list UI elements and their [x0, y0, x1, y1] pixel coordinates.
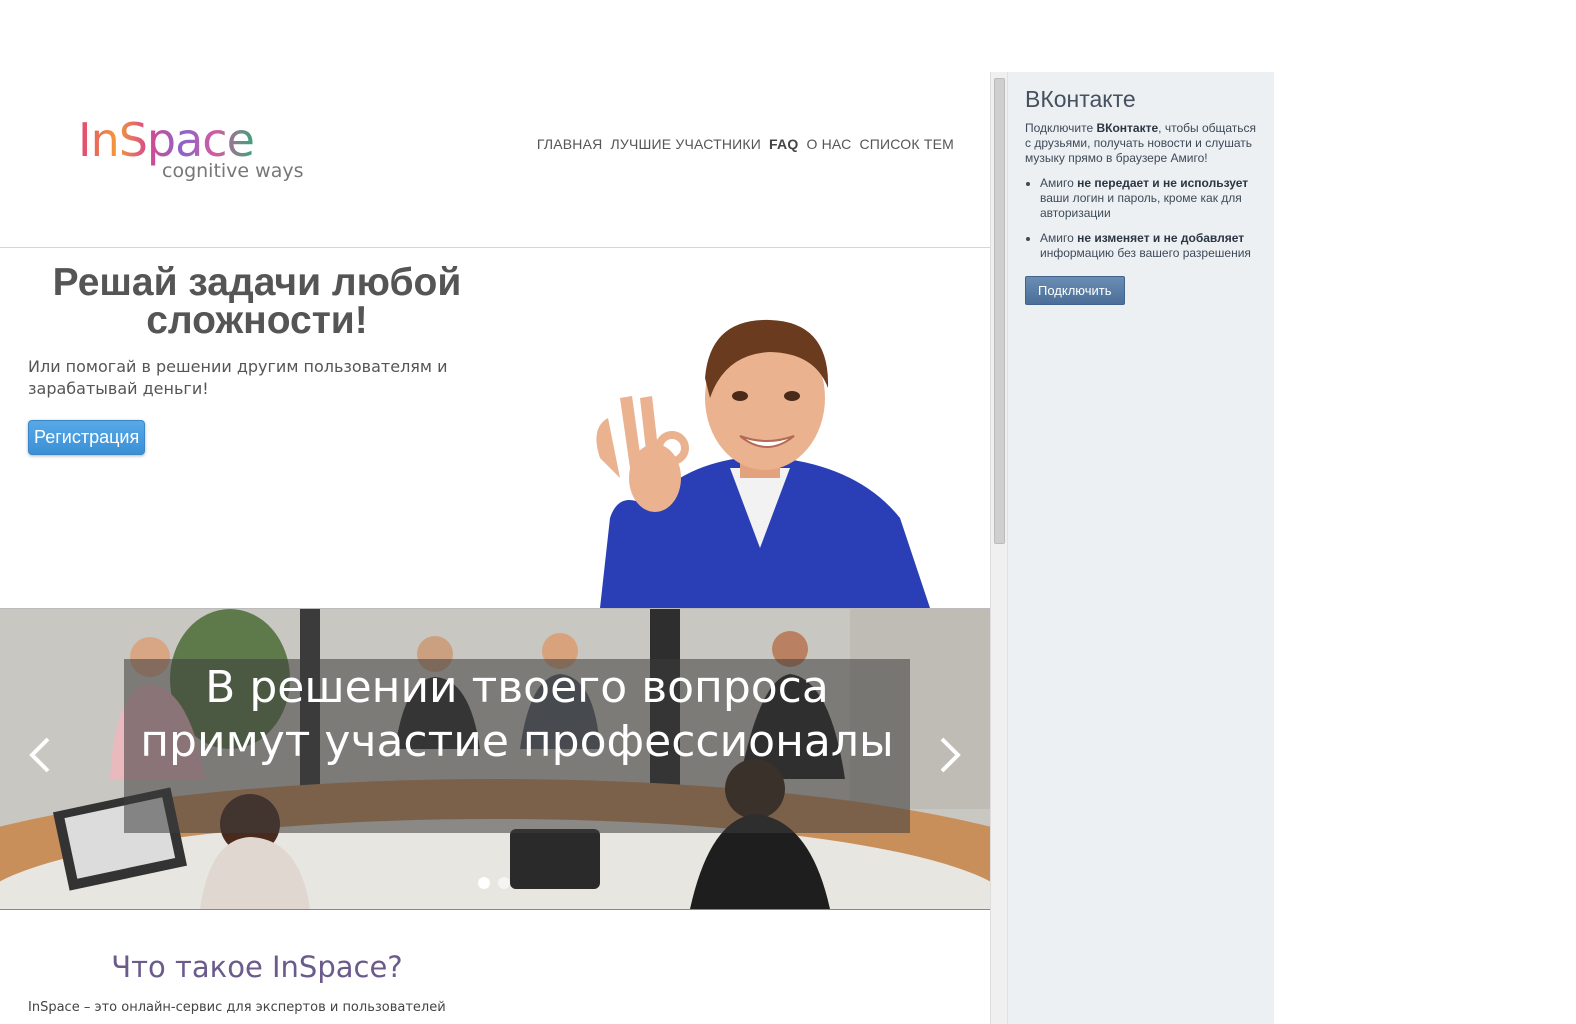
- carousel-dot-1[interactable]: [478, 877, 490, 889]
- vk-bullet-list: Амиго не передает и не использует ваши л…: [1025, 176, 1280, 271]
- hero-title: Решай задачи любой сложности!: [52, 261, 462, 342]
- vk-bullet-text: ваши логин и пароль, кроме как для автор…: [1040, 191, 1242, 220]
- site-logo[interactable]: InSpace cognitive ways: [78, 112, 308, 192]
- vk-bullet-strong: не передает и не использует: [1077, 176, 1249, 190]
- vk-intro-text-1: Подключите: [1025, 121, 1097, 135]
- vk-intro: Подключите ВКонтакте, чтобы общаться с д…: [1025, 121, 1265, 166]
- vk-title: ВКонтакте: [1025, 86, 1136, 112]
- scrollbar[interactable]: [990, 72, 1007, 1024]
- carousel-caption: В решении твоего вопроса примут участие …: [140, 662, 894, 767]
- hero-person-image: [596, 319, 930, 608]
- vk-bullet-text: информацию без вашего разрешения: [1040, 246, 1251, 260]
- nav-item-best-members[interactable]: ЛУЧШИЕ УЧАСТНИКИ: [610, 136, 761, 152]
- about-title: Что такое InSpace?: [111, 950, 403, 984]
- site-header: InSpace cognitive ways ГЛАВНАЯ ЛУЧШИЕ УЧ…: [0, 72, 990, 248]
- nav-item-topics[interactable]: СПИСОК ТЕМ: [859, 136, 954, 152]
- vk-bullet: Амиго не передает и не использует ваши л…: [1040, 176, 1280, 221]
- register-button[interactable]: Регистрация: [28, 420, 146, 455]
- site-page: InSpace cognitive ways ГЛАВНАЯ ЛУЧШИЕ УЧ…: [0, 72, 990, 1024]
- vk-bullet: Амиго не изменяет и не добавляет информа…: [1040, 231, 1280, 261]
- carousel-dot-2[interactable]: [498, 877, 510, 889]
- chevron-right-icon[interactable]: [930, 733, 970, 777]
- chevron-left-icon[interactable]: [20, 733, 60, 777]
- vk-bullet-text: Амиго: [1040, 231, 1078, 245]
- hero-section: Решай задачи любой сложности! Или помога…: [0, 248, 990, 609]
- nav-item-home[interactable]: ГЛАВНАЯ: [537, 136, 603, 152]
- main-nav: ГЛАВНАЯ ЛУЧШИЕ УЧАСТНИКИ FAQ О НАС СПИСО…: [537, 136, 954, 152]
- vk-connect-button[interactable]: Подключить: [1025, 276, 1125, 305]
- about-text: InSpace – это онлайн-сервис для эксперто…: [28, 1000, 446, 1015]
- hero-subtitle: Или помогай в решении другим пользовател…: [28, 357, 448, 398]
- vk-sidebar: ВКонтакте Подключите ВКонтакте, чтобы об…: [1007, 72, 1274, 1024]
- vk-intro-strong: ВКонтакте: [1096, 121, 1159, 135]
- nav-item-about[interactable]: О НАС: [806, 136, 851, 152]
- carousel-caption-box: В решении твоего вопроса примут участие …: [124, 659, 910, 833]
- carousel: В решении твоего вопроса примут участие …: [0, 609, 990, 910]
- carousel-indicators: [478, 877, 510, 889]
- nav-item-faq[interactable]: FAQ: [769, 136, 798, 152]
- logo-tagline: cognitive ways: [162, 160, 304, 182]
- vk-bullet-strong: не изменяет и не добавляет: [1077, 231, 1245, 245]
- vk-bullet-text: Амиго: [1040, 176, 1078, 190]
- scrollbar-thumb[interactable]: [994, 78, 1005, 544]
